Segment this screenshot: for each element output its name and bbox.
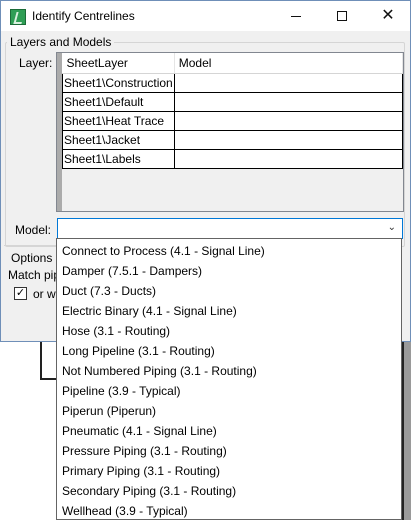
close-icon: ✕ — [381, 7, 395, 24]
model-combobox[interactable]: ⌄ — [57, 218, 403, 239]
dropdown-item[interactable]: Hose (3.1 - Routing) — [62, 324, 170, 338]
sheet-layer-cell[interactable]: Sheet1\Labels — [62, 148, 175, 169]
dropdown-item[interactable]: Pneumatic (4.1 - Signal Line) — [62, 424, 217, 438]
model-cell[interactable] — [173, 91, 404, 112]
minimize-button[interactable] — [273, 1, 319, 31]
model-cell[interactable] — [173, 129, 404, 150]
dropdown-item[interactable]: Not Numbered Piping (3.1 - Routing) — [62, 364, 257, 378]
sheet-layer-cell[interactable]: Sheet1\Jacket — [62, 129, 175, 150]
layers-grid[interactable]: SheetLayer Model Sheet1\Construction She… — [56, 52, 404, 212]
maximize-button[interactable] — [319, 1, 365, 31]
model-cell[interactable] — [173, 148, 404, 169]
model-cell[interactable] — [173, 110, 404, 131]
model-dropdown-list[interactable]: Connect to Process (4.1 - Signal Line) D… — [56, 238, 402, 520]
dropdown-item[interactable]: Pipeline (3.9 - Typical) — [62, 384, 181, 398]
layers-and-models-title: Layers and Models — [7, 35, 115, 49]
sheet-layer-cell[interactable]: Sheet1\Heat Trace — [62, 110, 175, 131]
layer-label: Layer: — [19, 56, 53, 70]
window-title: Identify Centrelines — [32, 9, 135, 23]
model-cell[interactable] — [173, 72, 404, 93]
table-row[interactable]: Sheet1\Heat Trace — [62, 110, 404, 131]
dropdown-item[interactable]: Damper (7.5.1 - Dampers) — [62, 264, 202, 278]
dropdown-item[interactable]: Long Pipeline (3.1 - Routing) — [62, 344, 215, 358]
model-label: Model: — [15, 223, 52, 237]
dropdown-item[interactable]: Connect to Process (4.1 - Signal Line) — [62, 244, 265, 258]
maximize-icon — [337, 11, 347, 21]
minimize-icon — [291, 15, 301, 17]
layers-table: SheetLayer Model Sheet1\Construction She… — [62, 53, 404, 169]
chevron-down-icon[interactable]: ⌄ — [388, 222, 396, 233]
dropdown-item[interactable]: Secondary Piping (3.1 - Routing) — [62, 484, 236, 498]
app-icon — [10, 9, 26, 25]
table-row[interactable]: Sheet1\Default — [62, 91, 404, 112]
dropdown-item[interactable]: Primary Piping (3.1 - Routing) — [62, 464, 220, 478]
dropdown-item[interactable]: Piperun (Piperun) — [62, 404, 156, 418]
dropdown-item[interactable]: Wellhead (3.9 - Typical) — [62, 504, 188, 518]
options-title: Options — [11, 251, 53, 265]
background-drawing-line — [40, 342, 42, 380]
sheet-layer-cell[interactable]: Sheet1\Construction — [62, 72, 175, 93]
dropdown-item[interactable]: Pressure Piping (3.1 - Routing) — [62, 444, 227, 458]
close-button[interactable]: ✕ — [365, 1, 411, 31]
column-header-model[interactable]: Model — [174, 53, 404, 74]
table-row[interactable]: Sheet1\Construction — [62, 72, 404, 93]
checkbox-label: or w — [33, 287, 56, 301]
table-row[interactable]: Sheet1\Labels — [62, 148, 404, 169]
dropdown-item[interactable]: Electric Binary (4.1 - Signal Line) — [62, 304, 237, 318]
options-group-border — [4, 245, 59, 246]
match-option-checkbox[interactable]: ✓ — [14, 287, 27, 300]
sheet-layer-cell[interactable]: Sheet1\Default — [62, 91, 175, 112]
dropdown-item[interactable]: Duct (7.3 - Ducts) — [62, 284, 156, 298]
background-scroll-area — [404, 340, 411, 520]
checkmark-icon: ✓ — [15, 287, 26, 299]
table-row[interactable]: Sheet1\Jacket — [62, 129, 404, 150]
column-header-sheetlayer[interactable]: SheetLayer — [62, 53, 175, 74]
match-piping-label: Match pip — [8, 268, 61, 282]
title-bar[interactable]: Identify Centrelines ✕ — [1, 1, 410, 31]
